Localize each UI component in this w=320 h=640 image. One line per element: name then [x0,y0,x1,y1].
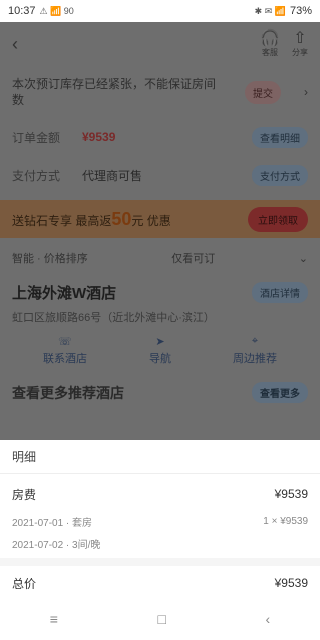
hotel-name: 上海外滩W酒店 [12,285,117,302]
status-right-icons: ✱ ✉ 📶 [254,5,286,16]
promo-prefix: 送钻石专享 最高返 [12,213,112,228]
back-icon[interactable]: ‹ [12,34,18,55]
navigation-icon: ➤ [155,336,165,348]
view-details-button[interactable]: 查看明细 [252,126,308,148]
availability-filter[interactable]: 仅看可订 [171,250,215,266]
payment-method-label: 支付方式 [12,168,61,183]
payment-method-row: 支付方式 代理商可售 支付方式 [0,156,320,194]
order-amount-row: 订单金额 ¥9539 查看明细 [0,118,320,156]
sheet-title: 明细 [0,440,320,474]
total-label: 总价 [12,576,37,591]
status-left-icons: ⚠ 📶 90 [39,5,74,16]
night-detail-value: 1 × ¥9539 [263,515,308,527]
back-nav-icon[interactable]: ‹ [266,611,271,627]
divider [0,558,320,566]
nearby-label: 周边推荐 [233,353,277,365]
promo-claim-button[interactable]: 立即领取 [248,206,308,232]
more-hotels-button[interactable]: 查看更多 [252,382,308,403]
status-time: 10:37 [8,5,36,17]
navigate-button[interactable]: ➤ 导航 [149,335,171,366]
phone-icon: ☏ [58,336,72,348]
payment-method-value: 代理商可售 [82,168,143,183]
more-hotels-row: 查看更多推荐酒店 查看更多 [0,376,320,409]
hotel-actions: ☏ 联系酒店 ➤ 导航 ⌖ 周边推荐 [12,335,308,366]
price-details-sheet: 明细 房费 ¥9539 2021-07-01 · 套房 1 × ¥9539 20… [0,440,320,598]
headset-icon: 🎧 [260,29,280,47]
status-left: 10:37 ⚠ 📶 90 [8,5,74,17]
home-icon[interactable]: □ [158,611,166,627]
payment-method-button[interactable]: 支付方式 [252,164,308,186]
sort-filter[interactable]: 智能 · 价格排序 [12,250,88,266]
contact-hotel-button[interactable]: ☏ 联系酒店 [43,335,87,366]
system-nav-bar: ≡ □ ‹ [0,598,320,640]
night-detail-label: 2021-07-01 · 套房 [12,517,93,529]
promo-amount: 50 [111,208,132,229]
share-icon: ⇧ [293,29,307,47]
room-fee-value: ¥9539 [274,487,308,501]
order-amount-label: 订单金额 [12,130,61,145]
menu-icon[interactable]: ≡ [50,611,58,627]
nearby-button[interactable]: ⌖ 周边推荐 [233,335,277,366]
chevron-right-icon: › [304,85,308,99]
customer-service-button[interactable]: 🎧 客服 [260,29,280,58]
navigate-label: 导航 [149,353,171,365]
promo-banner[interactable]: 送钻石专享 最高返50元 优惠 立即领取 [0,200,320,238]
share-button[interactable]: ⇧ 分享 [292,29,308,58]
more-hotels-title: 查看更多推荐酒店 [12,384,124,401]
room-fee-row: 房费 ¥9539 [0,478,320,510]
customer-service-label: 客服 [262,47,279,57]
night-detail-label: 2021-07-02 · 3间/晚 [12,539,101,551]
order-amount-value: ¥9539 [82,130,116,144]
header: ‹ 🎧 客服 ⇧ 分享 [0,22,320,66]
total-value: ¥9539 [274,576,308,590]
night-detail-row: 2021-07-01 · 套房 1 × ¥9539 [0,510,320,532]
status-bar: 10:37 ⚠ 📶 90 ✱ ✉ 📶 73% [0,0,320,22]
room-fee-label: 房费 [12,487,37,502]
battery-level: 73% [289,5,312,17]
promo-text: 送钻石专享 最高返50元 优惠 [12,209,171,230]
promo-suffix: 元 优惠 [131,213,171,228]
notice-button[interactable]: 提交 [245,80,281,104]
filters-bar: 智能 · 价格排序 仅看可订 ⌄ [0,244,320,272]
contact-hotel-label: 联系酒店 [43,353,87,365]
header-actions: 🎧 客服 ⇧ 分享 [260,29,308,58]
hotel-details-button[interactable]: 酒店详情 [252,282,308,303]
notice-bar: 本次预订库存已经紧张，不能保证房间数 提交 › [0,66,320,118]
chevron-down-icon[interactable]: ⌄ [299,252,308,265]
status-right: ✱ ✉ 📶 73% [255,5,312,17]
share-label: 分享 [292,47,308,57]
hotel-card-top: 上海外滩W酒店 酒店详情 [12,282,308,303]
night-detail-row: 2021-07-02 · 3间/晚 [0,532,320,554]
location-icon: ⌖ [251,335,259,347]
dimmed-background[interactable]: ‹ 🎧 客服 ⇧ 分享 本次预订库存已经紧张，不能保证房间数 提交 › 订单金额… [0,22,320,440]
total-row: 总价 ¥9539 [0,566,320,600]
hotel-card: 上海外滩W酒店 酒店详情 虹口区旅顺路66号（近北外滩中心·滨江） ☏ 联系酒店… [0,272,320,376]
hotel-address: 虹口区旅顺路66号（近北外滩中心·滨江） [12,312,215,324]
notice-text: 本次预订库存已经紧张，不能保证房间数 [12,77,217,107]
